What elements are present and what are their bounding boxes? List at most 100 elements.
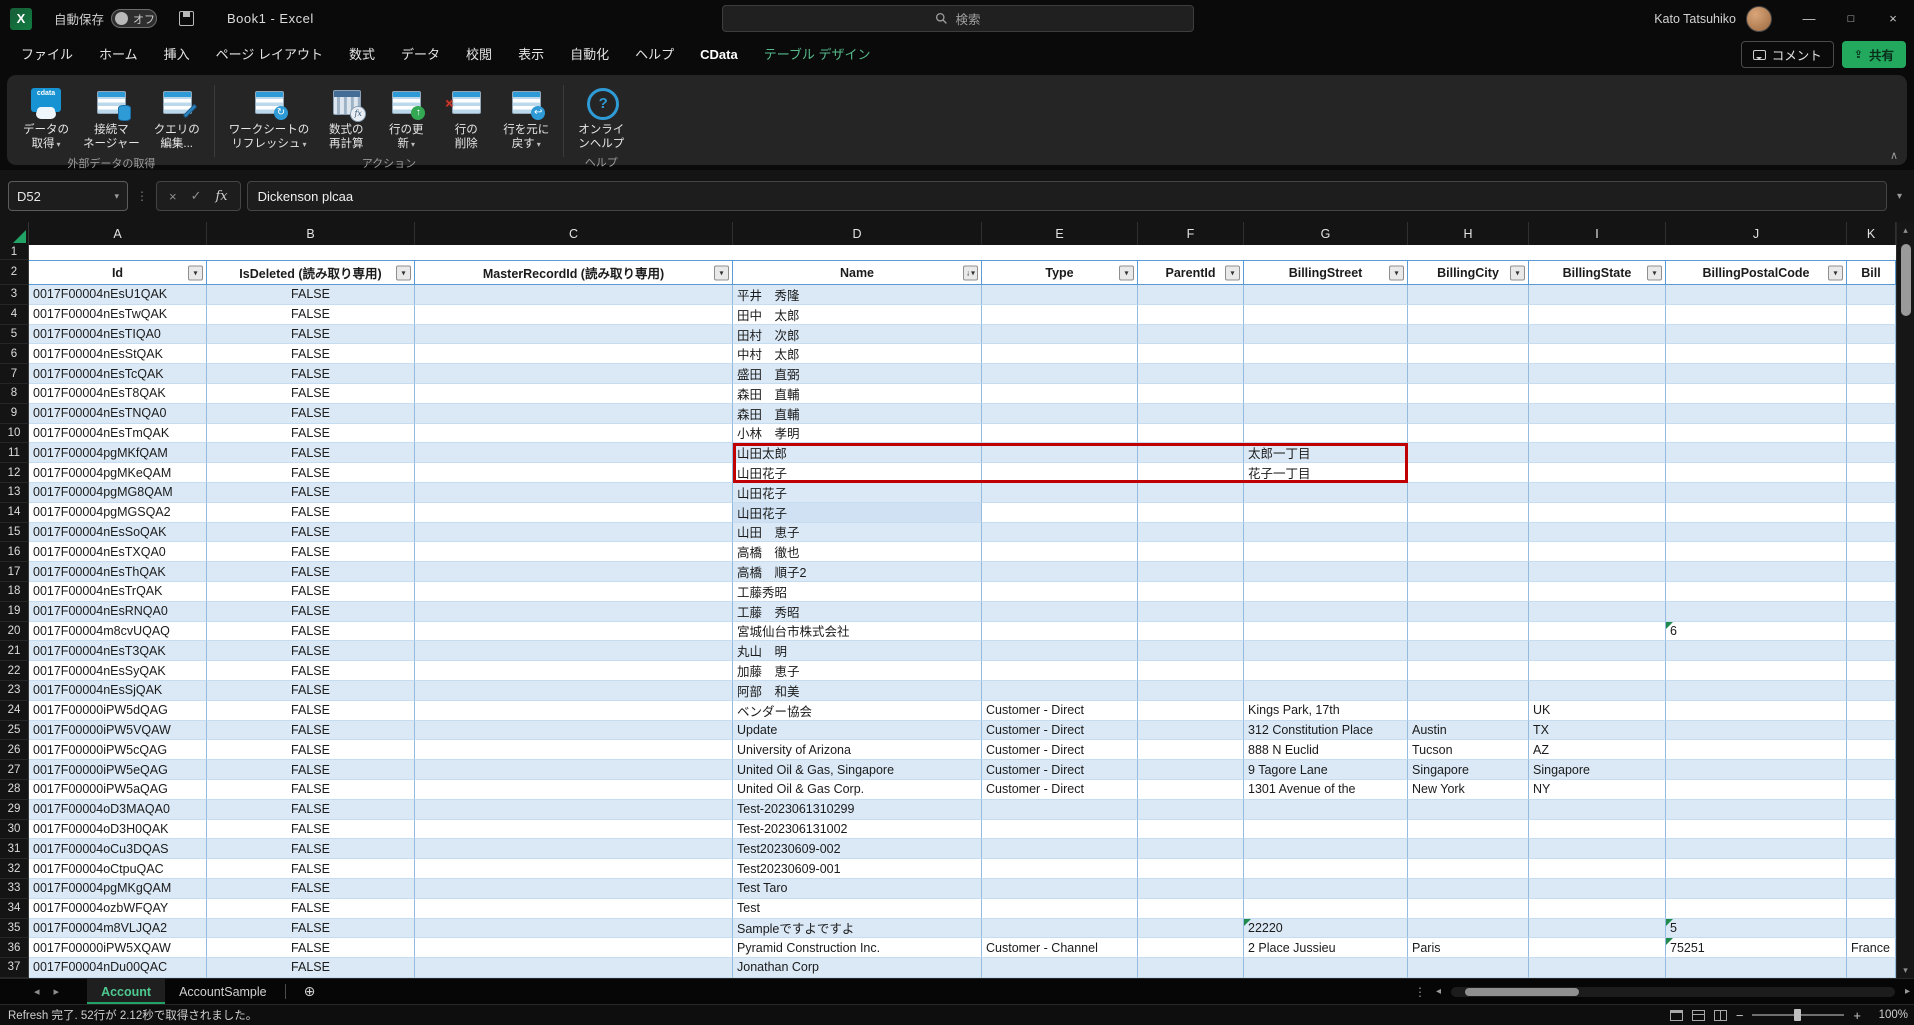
filter-button[interactable]: ↓ ▾ — [963, 265, 978, 280]
filter-button[interactable]: ▾ — [188, 265, 203, 280]
cell[interactable]: Customer - Direct — [982, 760, 1138, 780]
cell[interactable] — [1138, 680, 1244, 701]
cell[interactable] — [1529, 859, 1666, 879]
cell[interactable]: 0017F00004nEsTrQAK — [29, 581, 207, 602]
cell[interactable] — [1138, 463, 1244, 483]
name-box-dropdown-icon[interactable]: ▾ — [114, 191, 119, 202]
scroll-up-icon[interactable]: ▴ — [1903, 222, 1908, 238]
excel-app-icon[interactable]: X — [10, 7, 32, 30]
cell[interactable] — [1244, 245, 1408, 260]
cell[interactable]: 0017F00004nEsU1QAK — [29, 285, 207, 305]
cell[interactable]: Customer - Direct — [982, 700, 1138, 721]
cell[interactable]: Tucson — [1408, 740, 1529, 761]
row-number[interactable]: 27 — [0, 760, 29, 780]
cell[interactable] — [1847, 839, 1896, 860]
cell[interactable]: 888 N Euclid — [1244, 740, 1408, 761]
cell[interactable]: FALSE — [207, 344, 415, 365]
cell[interactable] — [982, 423, 1138, 444]
cell[interactable] — [1138, 423, 1244, 444]
cell[interactable]: 1301 Avenue of the — [1244, 779, 1408, 800]
cell[interactable] — [1138, 522, 1244, 543]
cell[interactable]: 0017F00004m8VLJQA2 — [29, 918, 207, 939]
cell[interactable]: New York — [1408, 779, 1529, 800]
cell[interactable]: 0017F00004nEsSyQAK — [29, 661, 207, 681]
cell[interactable] — [207, 245, 415, 260]
cell[interactable]: 工藤秀昭 — [733, 581, 982, 602]
cell[interactable] — [1529, 403, 1666, 424]
cell[interactable] — [1408, 344, 1529, 365]
row-number[interactable]: 26 — [0, 740, 29, 761]
cell[interactable] — [1138, 958, 1244, 978]
cell[interactable]: Test20230609-001 — [733, 859, 982, 879]
cell[interactable] — [1847, 443, 1896, 464]
row-number[interactable]: 28 — [0, 779, 29, 800]
cell[interactable]: 花子一丁目 — [1244, 463, 1408, 483]
normal-view-icon[interactable] — [1669, 1009, 1683, 1021]
ribbon-button[interactable]: オンラインヘルプ — [572, 83, 630, 151]
cell[interactable] — [415, 760, 733, 780]
cell[interactable] — [1138, 245, 1244, 260]
ribbon-button[interactable]: クエリの 編集... — [148, 83, 206, 151]
ribbon-tab[interactable]: ファイル — [8, 37, 86, 73]
cell[interactable]: Test20230609-002 — [733, 839, 982, 860]
cell[interactable]: FALSE — [207, 482, 415, 503]
cell[interactable] — [1529, 641, 1666, 662]
cell[interactable]: 0017F00000iPW5VQAW — [29, 720, 207, 741]
cell[interactable] — [1847, 760, 1896, 780]
cell[interactable] — [733, 245, 982, 260]
cell[interactable] — [1244, 344, 1408, 365]
cell[interactable]: Update — [733, 720, 982, 741]
ribbon-tab[interactable]: CData — [687, 37, 751, 73]
column-letter[interactable]: A — [29, 222, 207, 245]
cell[interactable]: FALSE — [207, 680, 415, 701]
cell[interactable] — [1847, 403, 1896, 424]
cell[interactable]: 0017F00004oCtpuQAC — [29, 859, 207, 879]
cell[interactable]: 丸山 明 — [733, 641, 982, 662]
column-letter[interactable]: C — [415, 222, 733, 245]
ribbon-tab[interactable]: 自動化 — [557, 37, 622, 73]
sheet-tab-account[interactable]: Account — [87, 979, 166, 1004]
filter-button[interactable]: ▾ — [1510, 265, 1525, 280]
cell[interactable] — [1138, 938, 1244, 959]
cell[interactable] — [1847, 482, 1896, 503]
cell[interactable] — [1138, 581, 1244, 602]
cell[interactable]: 9 Tagore Lane — [1244, 760, 1408, 780]
cell[interactable] — [1244, 562, 1408, 582]
cell[interactable] — [1666, 680, 1847, 701]
cell[interactable]: FALSE — [207, 403, 415, 424]
formula-input[interactable]: Dickenson plcaa — [246, 181, 1887, 211]
cell[interactable] — [1138, 364, 1244, 384]
cell[interactable] — [1666, 542, 1847, 563]
cell[interactable] — [1138, 403, 1244, 424]
cell[interactable] — [1408, 641, 1529, 662]
cell[interactable]: FALSE — [207, 324, 415, 345]
cell[interactable] — [1138, 304, 1244, 325]
column-header-cell[interactable]: Type ▾ — [982, 260, 1138, 285]
cell[interactable] — [982, 344, 1138, 365]
cell[interactable] — [415, 324, 733, 345]
cell[interactable]: 0017F00004nEsSoQAK — [29, 522, 207, 543]
sheet-prev-icon[interactable]: ◂ — [34, 985, 40, 998]
cell[interactable]: United Oil & Gas, Singapore — [733, 760, 982, 780]
cell[interactable] — [1138, 700, 1244, 721]
cell[interactable] — [1666, 740, 1847, 761]
cell[interactable] — [982, 918, 1138, 939]
cell[interactable]: 0017F00004nEsTcQAK — [29, 364, 207, 384]
cell[interactable] — [1408, 304, 1529, 325]
ribbon-button[interactable]: データの取得▾ — [17, 83, 75, 152]
cell[interactable] — [982, 641, 1138, 662]
cell[interactable] — [1666, 839, 1847, 860]
cell[interactable] — [415, 245, 733, 260]
column-header-cell[interactable]: BillingCity ▾ — [1408, 260, 1529, 285]
cell[interactable] — [1847, 423, 1896, 444]
cell[interactable]: 中村 太郎 — [733, 344, 982, 365]
cell[interactable] — [1244, 304, 1408, 325]
cell[interactable] — [415, 661, 733, 681]
cell[interactable]: FALSE — [207, 878, 415, 899]
cell[interactable]: Customer - Channel — [982, 938, 1138, 959]
cell[interactable]: 0017F00000iPW5eQAG — [29, 760, 207, 780]
cell[interactable]: 森田 直輔 — [733, 383, 982, 404]
page-break-view-icon[interactable] — [1713, 1009, 1727, 1021]
cell[interactable] — [1244, 621, 1408, 642]
ribbon-button[interactable]: 行を元に戻す▾ — [497, 83, 555, 152]
